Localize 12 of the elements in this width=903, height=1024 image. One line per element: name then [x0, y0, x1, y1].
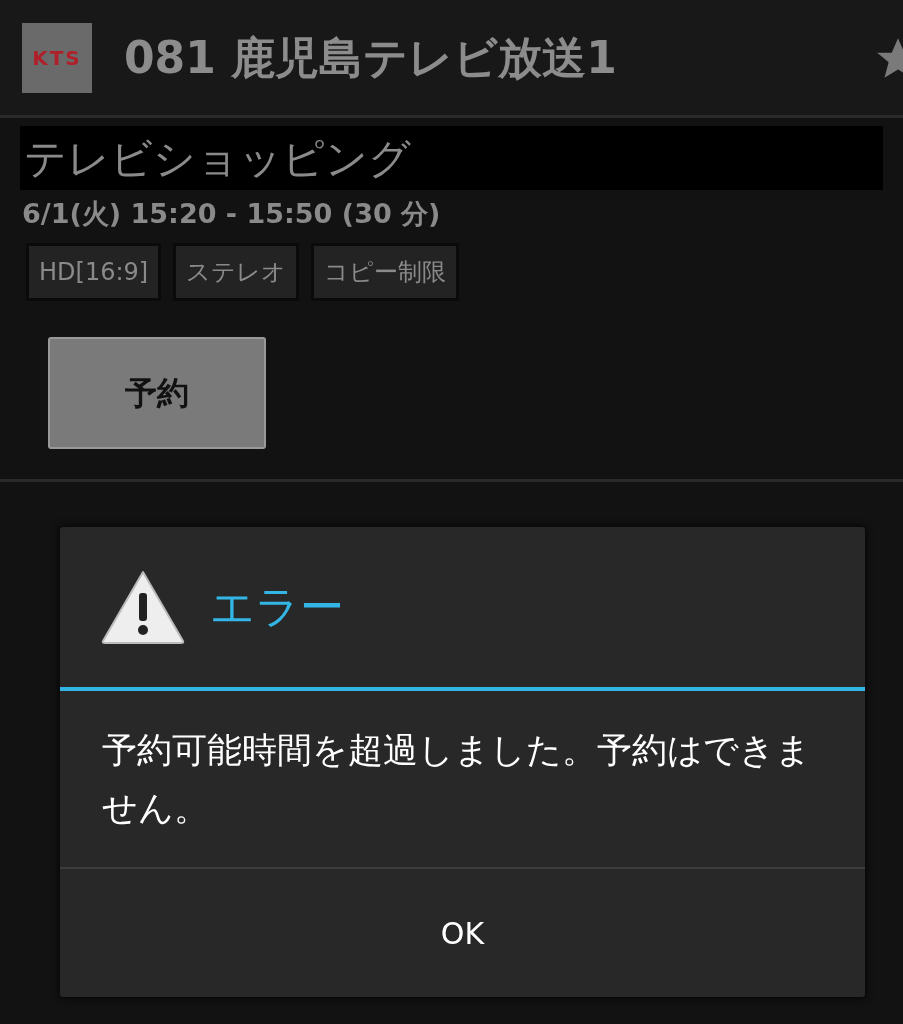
reserve-button[interactable]: 予約 [48, 336, 266, 449]
program-schedule: 6/1(火) 15:20 - 15:50 (30 分) [22, 197, 442, 231]
channel-logo: KTS [22, 22, 92, 93]
program-title: テレビショッピング [20, 126, 883, 190]
program-tag: コピー制限 [311, 242, 460, 301]
dialog-message: 予約可能時間を超過しました。予約はできません。 [101, 729, 812, 830]
dialog-title: エラー [210, 580, 344, 634]
program-tag: HD[16:9] [26, 242, 162, 301]
warning-icon [100, 569, 186, 645]
ok-button[interactable]: OK [60, 869, 865, 997]
channel-title: 081 鹿児島テレビ放送1 [124, 30, 617, 85]
program-tag: ステレオ [173, 242, 300, 301]
